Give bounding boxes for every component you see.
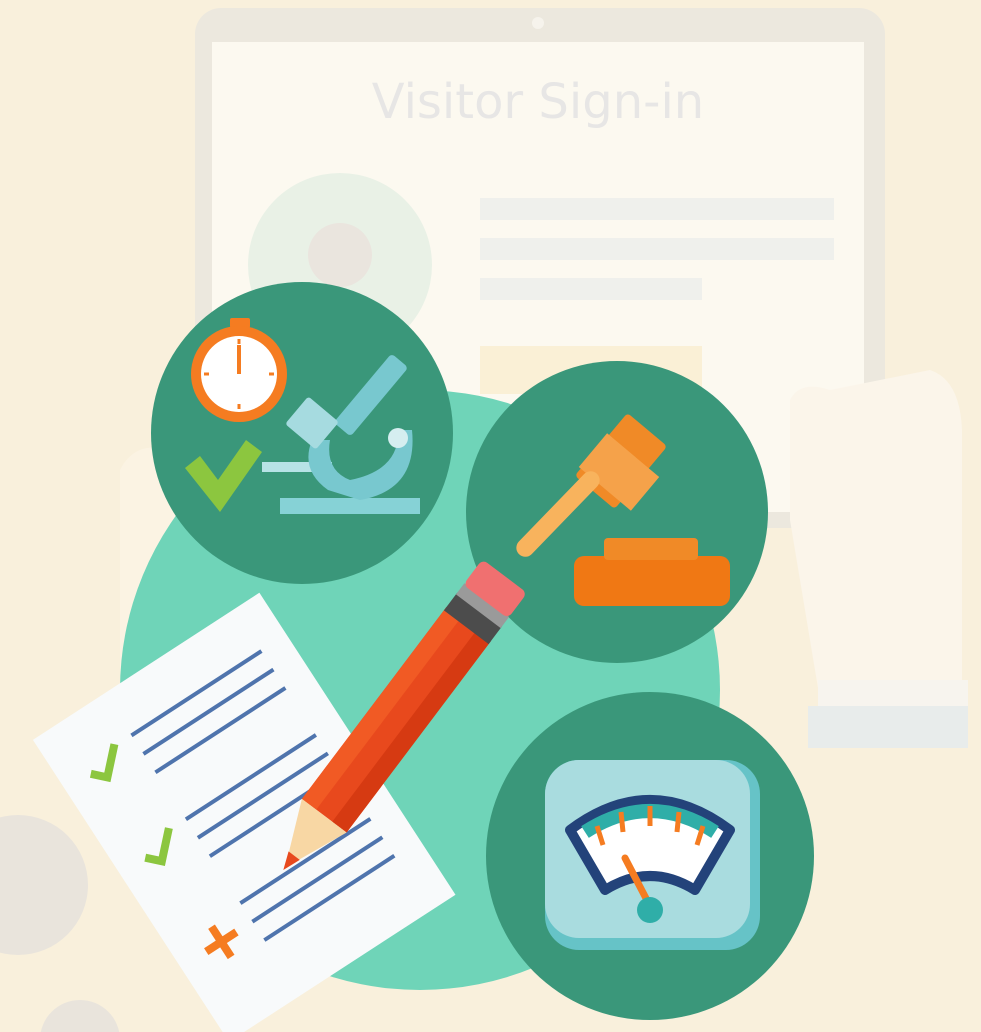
- research-badge: [151, 282, 453, 584]
- gauge-icon: [545, 760, 760, 950]
- form-line: [480, 278, 702, 300]
- hand-silhouette: [790, 370, 968, 748]
- illustration: Visitor Sign-in: [0, 8, 968, 1032]
- decor-circle: [0, 815, 88, 955]
- form-line: [480, 198, 834, 220]
- decor-circle: [40, 1000, 120, 1032]
- tablet-heading: Visitor Sign-in: [372, 74, 704, 130]
- form-line: [480, 238, 834, 260]
- metrics-badge: [486, 692, 814, 1020]
- legal-badge: [466, 361, 768, 663]
